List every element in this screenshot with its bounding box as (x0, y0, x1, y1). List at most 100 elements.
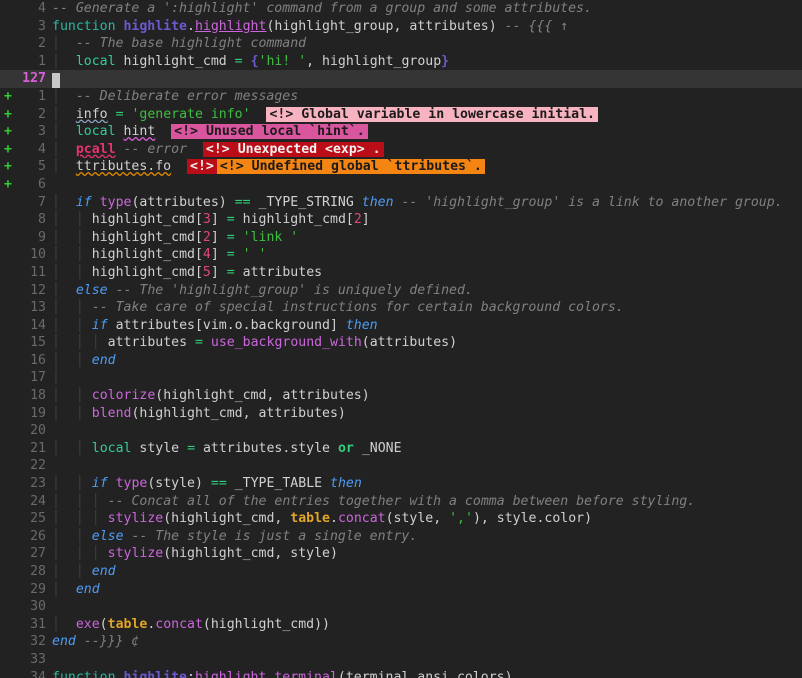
editor-line[interactable]: 22 (0, 457, 802, 475)
line-content[interactable]: │ end (52, 581, 802, 599)
line-content[interactable]: │ (52, 369, 802, 387)
line-content[interactable] (52, 457, 802, 475)
editor-line[interactable]: 8 │ │ highlight_cmd[3] = highlight_cmd[2… (0, 211, 802, 229)
editor-line[interactable]: 1 │ local highlight_cmd = {'hi! ', highl… (0, 53, 802, 71)
editor-line[interactable]: 33 (0, 651, 802, 669)
line-content[interactable]: function highlite.highlight(highlight_gr… (52, 18, 802, 36)
line-content[interactable]: │ ttributes.fo <!> <!> Undefined global `… (52, 158, 802, 176)
line-content[interactable]: │ │ local style = attributes.style or _N… (52, 440, 802, 458)
editor-line[interactable]: 25 │ │ │ stylize(highlight_cmd, table.co… (0, 510, 802, 528)
line-content[interactable] (52, 422, 802, 440)
sign-column (0, 334, 18, 352)
editor-line[interactable]: 18 │ │ colorize(highlight_cmd, attribute… (0, 387, 802, 405)
line-content[interactable] (52, 70, 802, 88)
editor-line[interactable]: 12 │ else -- The 'highlight_group' is un… (0, 282, 802, 300)
editor-line[interactable]: 24 │ │ │ -- Concat all of the entries to… (0, 493, 802, 511)
line-content[interactable]: │ local hint <!> Unused local `hint`. (52, 123, 802, 141)
line-content[interactable] (52, 176, 802, 194)
editor-line[interactable]: 32 end --}}} ¢ (0, 633, 802, 651)
editor-line[interactable]: 15 │ │ │ attributes = use_background_wit… (0, 334, 802, 352)
line-content[interactable]: │ │ blend(highlight_cmd, attributes) (52, 405, 802, 423)
line-content[interactable]: │ │ if type(style) == _TYPE_TABLE then (52, 475, 802, 493)
editor-line[interactable]: 27 │ │ │ stylize(highlight_cmd, style) (0, 545, 802, 563)
line-number: 12 (30, 282, 46, 298)
editor-line[interactable]: + 6 (0, 176, 802, 194)
editor-line[interactable]: 4 -- Generate a ':highlight' command fro… (0, 0, 802, 18)
code-editor-window[interactable]: 4 -- Generate a ':highlight' command fro… (0, 0, 802, 678)
editor-line[interactable]: 17 │ (0, 369, 802, 387)
sign-column (0, 616, 18, 634)
editor-line[interactable]: 26 │ │ else -- The style is just a singl… (0, 528, 802, 546)
line-content[interactable]: │ │ colorize(highlight_cmd, attributes) (52, 387, 802, 405)
diagnostic-prefix: <!> (205, 141, 230, 157)
editor-line[interactable]: + 5 │ ttributes.fo <!> <!> Undefined glob… (0, 158, 802, 176)
editor-line[interactable]: 9 │ │ highlight_cmd[2] = 'link ' (0, 229, 802, 247)
text-cursor (52, 73, 60, 88)
line-content[interactable]: │ exe(table.concat(highlight_cmd)) (52, 616, 802, 634)
sign-add-icon: + (4, 176, 12, 192)
line-content[interactable]: │ │ highlight_cmd[3] = highlight_cmd[2] (52, 211, 802, 229)
diagnostic-hint[interactable]: <!> Unused local `hint`. (171, 124, 368, 140)
editor-line[interactable]: 29 │ end (0, 581, 802, 599)
line-number: 23 (30, 476, 46, 492)
editor-line[interactable]: 31 │ exe(table.concat(highlight_cmd)) (0, 616, 802, 634)
line-number: 2 (38, 106, 46, 122)
sign-column (0, 18, 18, 36)
line-content[interactable]: │ local highlight_cmd = {'hi! ', highlig… (52, 53, 802, 71)
line-content[interactable]: -- Generate a ':highlight' command from … (52, 0, 802, 18)
diagnostic-info[interactable]: <!> Global variable in lowercase initial… (266, 106, 598, 122)
line-content[interactable]: │ if type(attributes) == _TYPE_STRING th… (52, 194, 802, 212)
line-content[interactable] (52, 651, 802, 669)
diagnostic-error[interactable]: <!> Unexpected <exp> . (202, 141, 384, 157)
line-content[interactable] (52, 598, 802, 616)
line-content[interactable]: │ │ end (52, 352, 802, 370)
line-content[interactable]: │ pcall -- error <!> Unexpected <exp> . (52, 141, 802, 159)
line-content[interactable]: │ │ │ attributes = use_background_with(a… (52, 334, 802, 352)
editor-line[interactable]: + 2 │ info = 'generate info' <!> Global … (0, 106, 802, 124)
editor-line[interactable]: 16 │ │ end (0, 352, 802, 370)
line-number: 11 (30, 264, 46, 280)
editor-line[interactable]: 2 │ -- The base highlight command (0, 35, 802, 53)
editor-line[interactable]: 10 │ │ highlight_cmd[4] = ' ' (0, 246, 802, 264)
line-number: 29 (30, 581, 46, 597)
line-content[interactable]: │ -- Deliberate error messages (52, 88, 802, 106)
editor-line[interactable]: 14 │ │ if attributes[vim.o.background] t… (0, 317, 802, 335)
editor-line[interactable]: 11 │ │ highlight_cmd[5] = attributes (0, 264, 802, 282)
editor-line-cursor[interactable]: 127 (0, 70, 802, 88)
line-number: 15 (30, 335, 46, 351)
editor-line[interactable]: 23 │ │ if type(style) == _TYPE_TABLE the… (0, 475, 802, 493)
diagnostic-warning[interactable]: <!> Undefined global `ttributes`. (216, 159, 485, 175)
line-number: 20 (30, 423, 46, 439)
line-content[interactable]: │ │ -- Take care of special instructions… (52, 299, 802, 317)
editor-line[interactable]: 21 │ │ local style = attributes.style or… (0, 440, 802, 458)
line-content[interactable]: │ │ highlight_cmd[5] = attributes (52, 264, 802, 282)
line-content[interactable]: │ info = 'generate info' <!> Global vari… (52, 106, 802, 124)
diagnostic-prefix: <!> (269, 106, 294, 122)
diagnostic-severity-badge[interactable]: <!> (187, 159, 217, 175)
editor-line[interactable]: 34 function highlite:highlight_terminal(… (0, 669, 802, 678)
editor-line[interactable]: + 1 │ -- Deliberate error messages (0, 88, 802, 106)
line-content[interactable]: │ │ highlight_cmd[4] = ' ' (52, 246, 802, 264)
line-content[interactable]: │ │ │ -- Concat all of the entries toget… (52, 493, 802, 511)
sign-column (0, 246, 18, 264)
line-content[interactable]: │ │ if attributes[vim.o.background] then (52, 317, 802, 335)
editor-line[interactable]: + 3 │ local hint <!> Unused local `hint`… (0, 123, 802, 141)
line-content[interactable]: │ │ highlight_cmd[2] = 'link ' (52, 229, 802, 247)
line-content[interactable]: │ │ end (52, 563, 802, 581)
line-content[interactable]: │ │ │ stylize(highlight_cmd, style) (52, 545, 802, 563)
editor-line[interactable]: 3 function highlite.highlight(highlight_… (0, 18, 802, 36)
editor-line[interactable]: 19 │ │ blend(highlight_cmd, attributes) (0, 405, 802, 423)
line-content[interactable]: │ -- The base highlight command (52, 35, 802, 53)
line-content[interactable]: end --}}} ¢ (52, 633, 802, 651)
editor-line[interactable]: 20 (0, 422, 802, 440)
editor-line[interactable]: 30 (0, 598, 802, 616)
line-content[interactable]: function highlite:highlight_terminal(ter… (52, 669, 802, 678)
editor-line[interactable]: 7 │ if type(attributes) == _TYPE_STRING … (0, 194, 802, 212)
editor-line[interactable]: 28 │ │ end (0, 563, 802, 581)
editor-line[interactable]: + 4 │ pcall -- error <!> Unexpected <exp… (0, 141, 802, 159)
line-content[interactable]: │ else -- The 'highlight_group' is uniqu… (52, 282, 802, 300)
sign-column (0, 528, 18, 546)
line-content[interactable]: │ │ else -- The style is just a single e… (52, 528, 802, 546)
editor-line[interactable]: 13 │ │ -- Take care of special instructi… (0, 299, 802, 317)
line-content[interactable]: │ │ │ stylize(highlight_cmd, table.conca… (52, 510, 802, 528)
